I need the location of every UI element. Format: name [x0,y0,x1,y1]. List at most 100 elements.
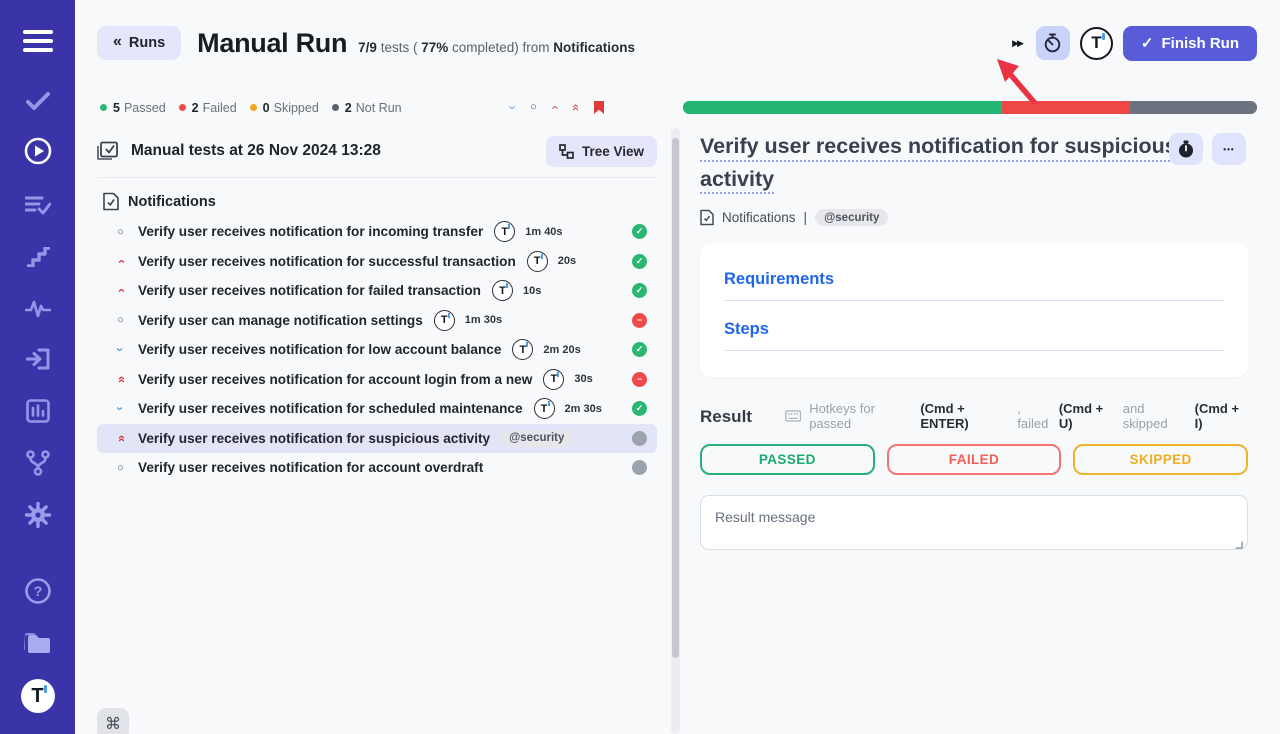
requirements-section-toggle[interactable]: Requirements [724,270,1224,289]
login-arrow-icon [26,348,50,370]
sections-card: Requirements Steps [700,243,1248,377]
failed-dot-icon [179,104,186,111]
hotkeys-command-button[interactable]: ⌘ [97,708,129,734]
detail-timer-button[interactable] [1169,133,1203,165]
more-options-button[interactable]: ••• [1212,133,1246,165]
notrun-dot-icon [332,104,339,111]
testomat-logo-icon: T [21,679,55,713]
sidebar-item-test-plans[interactable] [0,190,75,220]
keyboard-icon [785,410,801,422]
result-message-wrap [700,495,1248,555]
ellipsis-icon: ••• [1223,145,1234,154]
timer-button[interactable] [1036,26,1070,60]
security-tag-badge: @security [500,430,573,447]
run-header: Manual tests at 26 Nov 2024 13:28 Tree V… [97,130,657,172]
test-list: ○ Verify user receives notification for … [97,217,657,483]
sidebar-item-steps[interactable] [0,242,75,272]
circle-filter-icon[interactable]: ○ [530,102,537,113]
file-check-icon [103,192,119,211]
sidebar-item-branches[interactable] [0,448,75,478]
test-row[interactable]: › Verify user receives notification for … [97,247,657,277]
git-branch-icon [26,450,50,476]
sidebar-item-runs[interactable] [0,136,75,166]
header-actions: ▶▶ T ✓ Finish Run [1012,26,1257,61]
test-row[interactable]: ○ Verify user receives notification for … [97,217,657,247]
finish-run-button[interactable]: ✓ Finish Run [1123,26,1257,61]
panel-scrollbar [671,128,680,734]
sidebar-item-settings[interactable] [0,500,75,530]
double-chevron-up-filter-icon[interactable]: » [568,104,581,111]
skipped-stat: 0Skipped [250,101,319,115]
sidebar-item-brand[interactable]: T [0,676,75,716]
progress-notrun [1130,101,1257,114]
test-duration: 10s [523,285,541,297]
bookmark-icon[interactable] [593,100,605,115]
chevron-down-filter-icon[interactable]: › [506,105,519,109]
suite-folder-row[interactable]: Notifications [103,192,657,211]
skipped-button[interactable]: SKIPPED [1073,444,1248,475]
hotkeys-hint: Hotkeys for passed (Cmd + ENTER) , faile… [785,401,1248,431]
divider [724,300,1224,301]
run-progress-bar [683,101,1257,114]
play-circle-icon [24,137,52,165]
back-to-runs-button[interactable]: « Runs [97,26,181,60]
status-notrun-icon [632,431,647,446]
steps-section-toggle[interactable]: Steps [724,320,1224,339]
result-heading: Result [700,407,752,427]
test-row[interactable]: ○ Verify user receives notification for … [97,453,657,483]
double-chevron-up-icon: » [113,372,128,387]
status-passed-icon: ✓ [632,342,647,357]
chevron-down-icon: › [113,401,128,416]
test-list-panel: Manual tests at 26 Nov 2024 13:28 Tree V… [97,130,657,483]
passed-button[interactable]: PASSED [700,444,875,475]
finish-run-label: Finish Run [1162,35,1240,52]
sidebar-item-help[interactable]: ? [0,576,75,606]
testomat-logo-icon: T [534,398,555,419]
test-row-selected[interactable]: » Verify user receives notification for … [97,424,657,454]
sidebar-item-tests[interactable] [0,86,75,116]
test-title: Verify user receives notification for su… [138,431,490,446]
run-checklist-icon [97,141,119,161]
account-logo-button[interactable]: T [1080,27,1113,60]
back-label: Runs [129,35,165,51]
test-duration: 1m 40s [525,226,562,238]
divider [97,177,657,178]
command-icon: ⌘ [105,716,121,733]
test-row[interactable]: » Verify user receives notification for … [97,365,657,395]
run-title: Manual tests at 26 Nov 2024 13:28 [131,142,381,160]
sidebar-item-menu[interactable] [0,26,75,56]
test-row[interactable]: ○ Verify user can manage notification se… [97,306,657,336]
status-failed-icon: − [632,372,647,387]
status-notrun-icon [632,460,647,475]
test-duration: 20s [558,255,576,267]
breadcrumb-folder-link[interactable]: Notifications [722,210,796,225]
help-circle-icon: ? [25,578,51,604]
result-message-input[interactable] [700,495,1248,550]
test-title: Verify user receives notification for su… [138,254,516,269]
tree-view-button[interactable]: Tree View [546,136,657,167]
test-title: Verify user receives notification for lo… [138,342,501,357]
test-detail-title[interactable]: Verify user receives notification for su… [700,130,1182,195]
sidebar-item-analytics[interactable] [0,396,75,426]
test-title: Verify user receives notification for ac… [138,372,532,387]
header: « Runs Manual Run 7/9 tests ( 77% comple… [97,24,1257,62]
fast-forward-icon[interactable]: ▶▶ [1012,38,1022,49]
scrollbar-thumb[interactable] [672,138,679,658]
stairs-icon [26,247,50,267]
test-detail-panel: Verify user receives notification for su… [700,130,1248,555]
sidebar-item-pulse[interactable] [0,294,75,324]
sidebar-item-docs[interactable] [0,628,75,658]
test-title: Verify user receives notification for in… [138,224,483,239]
run-progress-subtitle: 7/9 tests ( 77% completed) from Notifica… [358,40,635,55]
testomat-logo-icon: T [543,369,564,390]
status-failed-icon: − [632,313,647,328]
test-row[interactable]: › Verify user receives notification for … [97,394,657,424]
test-duration: 2m 20s [543,344,580,356]
status-passed-icon: ✓ [632,283,647,298]
failed-button[interactable]: FAILED [887,444,1062,475]
chevron-up-filter-icon[interactable]: › [547,105,560,109]
testomat-logo-icon: T [527,251,548,272]
test-row[interactable]: › Verify user receives notification for … [97,335,657,365]
test-row[interactable]: › Verify user receives notification for … [97,276,657,306]
sidebar-item-import[interactable] [0,344,75,374]
